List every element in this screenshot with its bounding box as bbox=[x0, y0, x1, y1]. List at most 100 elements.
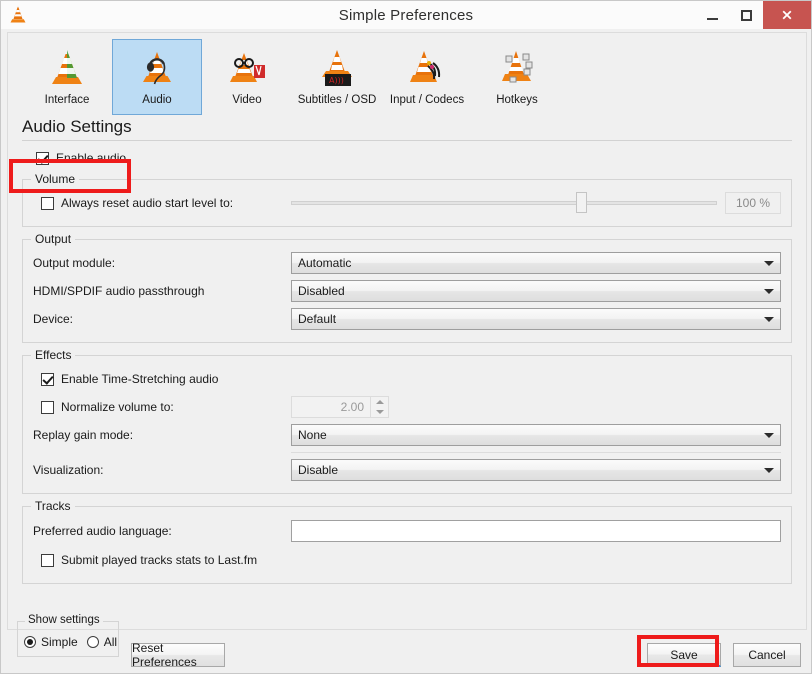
hdmi-passthrough-row: HDMI/SPDIF audio passthrough Disabled bbox=[33, 278, 781, 304]
vlc-cone-icon bbox=[5, 2, 31, 28]
chevron-down-icon bbox=[764, 289, 774, 294]
reset-preferences-button[interactable]: Reset Preferences bbox=[131, 643, 225, 667]
volume-group-title: Volume bbox=[31, 172, 79, 186]
output-module-combobox[interactable]: Automatic bbox=[291, 252, 781, 274]
lastfm-checkbox[interactable] bbox=[41, 554, 54, 567]
always-reset-label: Always reset audio start level to: bbox=[61, 196, 233, 210]
volume-value-display: 100 % bbox=[725, 192, 781, 214]
spinner-buttons[interactable] bbox=[370, 397, 388, 417]
preferred-language-label: Preferred audio language: bbox=[33, 524, 291, 538]
hdmi-passthrough-value: Disabled bbox=[298, 284, 758, 298]
always-reset-check-cell[interactable]: Always reset audio start level to: bbox=[33, 196, 291, 210]
minimize-button[interactable] bbox=[695, 1, 729, 29]
replay-gain-value: None bbox=[298, 428, 758, 442]
page-title: Audio Settings bbox=[8, 117, 806, 140]
toolbar-item-video[interactable]: Video bbox=[202, 39, 292, 115]
vlc-cone-cables-icon bbox=[403, 44, 451, 92]
time-stretching-checkbox[interactable] bbox=[41, 373, 54, 386]
lastfm-row: Submit played tracks stats to Last.fm bbox=[33, 547, 781, 573]
volume-slider-handle[interactable] bbox=[576, 192, 587, 213]
hdmi-passthrough-combobox[interactable]: Disabled bbox=[291, 280, 781, 302]
chevron-down-icon bbox=[764, 433, 774, 438]
output-module-row: Output module: Automatic bbox=[33, 250, 781, 276]
normalize-check-cell[interactable]: Normalize volume to: bbox=[33, 400, 291, 414]
normalize-volume-row: Normalize volume to: 2.00 bbox=[33, 394, 781, 420]
enable-audio-row[interactable]: Enable audio bbox=[22, 141, 792, 175]
show-settings-group: Show settings Simple All bbox=[17, 621, 119, 657]
device-row: Device: Default bbox=[33, 306, 781, 332]
normalize-volume-checkbox[interactable] bbox=[41, 401, 54, 414]
lastfm-check-cell[interactable]: Submit played tracks stats to Last.fm bbox=[33, 553, 257, 567]
svg-text:A))): A))) bbox=[329, 76, 344, 85]
toolbar-label: Input / Codecs bbox=[390, 94, 464, 106]
preferred-language-input[interactable] bbox=[291, 520, 781, 542]
replay-gain-label: Replay gain mode: bbox=[33, 428, 291, 442]
close-icon bbox=[781, 9, 793, 21]
volume-group: Volume Always reset audio start level to… bbox=[22, 179, 792, 227]
output-module-value: Automatic bbox=[298, 256, 758, 270]
toolbar-item-interface[interactable]: Interface bbox=[22, 39, 112, 115]
effects-group-title: Effects bbox=[31, 348, 75, 362]
time-stretching-label: Enable Time-Stretching audio bbox=[61, 372, 218, 386]
tracks-group-title: Tracks bbox=[31, 499, 75, 513]
show-settings-title: Show settings bbox=[25, 614, 103, 626]
cancel-button[interactable]: Cancel bbox=[733, 643, 801, 667]
time-stretching-row: Enable Time-Stretching audio bbox=[33, 366, 781, 392]
settings-body: Enable audio Volume Always reset audio s… bbox=[8, 141, 806, 584]
always-reset-checkbox[interactable] bbox=[41, 197, 54, 210]
radio-simple-label: Simple bbox=[41, 635, 78, 649]
visualization-label: Visualization: bbox=[33, 463, 291, 477]
tracks-group: Tracks Preferred audio language: Submit … bbox=[22, 506, 792, 584]
toolbar-item-subtitles-osd[interactable]: A))) Subtitles / OSD bbox=[292, 39, 382, 115]
vlc-cone-subtitles-icon: A))) bbox=[313, 44, 361, 92]
vlc-cone-headphones-icon bbox=[133, 44, 181, 92]
effects-separator bbox=[291, 452, 781, 453]
normalize-volume-label: Normalize volume to: bbox=[61, 400, 174, 414]
vlc-cone-interface-icon bbox=[43, 44, 91, 92]
caret-up-icon bbox=[376, 400, 384, 404]
device-label: Device: bbox=[33, 312, 291, 326]
normalize-volume-spinner[interactable]: 2.00 bbox=[291, 396, 389, 418]
replay-gain-row: Replay gain mode: None bbox=[33, 422, 781, 448]
volume-slider-track[interactable] bbox=[291, 201, 717, 205]
output-group: Output Output module: Automatic HDMI/SPD… bbox=[22, 239, 792, 343]
vlc-cone-keys-icon bbox=[493, 44, 541, 92]
simple-preferences-window: Simple Preferences bbox=[0, 0, 812, 674]
preferences-content: Interface Audio bbox=[7, 32, 807, 630]
effects-group: Effects Enable Time-Stretching audio Nor… bbox=[22, 355, 792, 494]
maximize-button[interactable] bbox=[729, 1, 763, 29]
preferred-language-row: Preferred audio language: bbox=[33, 517, 781, 545]
visualization-value: Disable bbox=[298, 463, 758, 477]
toolbar-label: Interface bbox=[45, 94, 90, 106]
output-module-label: Output module: bbox=[33, 256, 291, 270]
footer-bar: Show settings Simple All Reset Preferenc… bbox=[7, 617, 807, 669]
enable-audio-label: Enable audio bbox=[56, 151, 126, 165]
volume-slider[interactable] bbox=[291, 192, 717, 214]
device-combobox[interactable]: Default bbox=[291, 308, 781, 330]
volume-reset-row: Always reset audio start level to: 100 % bbox=[33, 190, 781, 216]
window-controls bbox=[695, 1, 811, 29]
lastfm-label: Submit played tracks stats to Last.fm bbox=[61, 553, 257, 567]
visualization-row: Visualization: Disable bbox=[33, 457, 781, 483]
visualization-combobox[interactable]: Disable bbox=[291, 459, 781, 481]
radio-all-label: All bbox=[104, 635, 117, 649]
window-title: Simple Preferences bbox=[1, 7, 811, 24]
category-toolbar: Interface Audio bbox=[8, 33, 806, 115]
toolbar-item-input-codecs[interactable]: Input / Codecs bbox=[382, 39, 472, 115]
device-value: Default bbox=[298, 312, 758, 326]
title-bar: Simple Preferences bbox=[1, 1, 811, 29]
hdmi-passthrough-label: HDMI/SPDIF audio passthrough bbox=[33, 284, 291, 298]
close-button[interactable] bbox=[763, 1, 811, 29]
toolbar-item-audio[interactable]: Audio bbox=[112, 39, 202, 115]
radio-simple[interactable] bbox=[24, 636, 36, 648]
time-stretching-check-cell[interactable]: Enable Time-Stretching audio bbox=[33, 372, 218, 386]
spinner-up-button[interactable] bbox=[371, 397, 388, 407]
toolbar-item-hotkeys[interactable]: Hotkeys bbox=[472, 39, 562, 115]
show-settings-radios: Simple All bbox=[18, 622, 118, 656]
save-button[interactable]: Save bbox=[647, 643, 721, 667]
radio-all[interactable] bbox=[87, 636, 99, 648]
spinner-down-button[interactable] bbox=[371, 407, 388, 417]
replay-gain-combobox[interactable]: None bbox=[291, 424, 781, 446]
enable-audio-checkbox[interactable] bbox=[36, 152, 49, 165]
toolbar-label: Audio bbox=[142, 94, 171, 106]
